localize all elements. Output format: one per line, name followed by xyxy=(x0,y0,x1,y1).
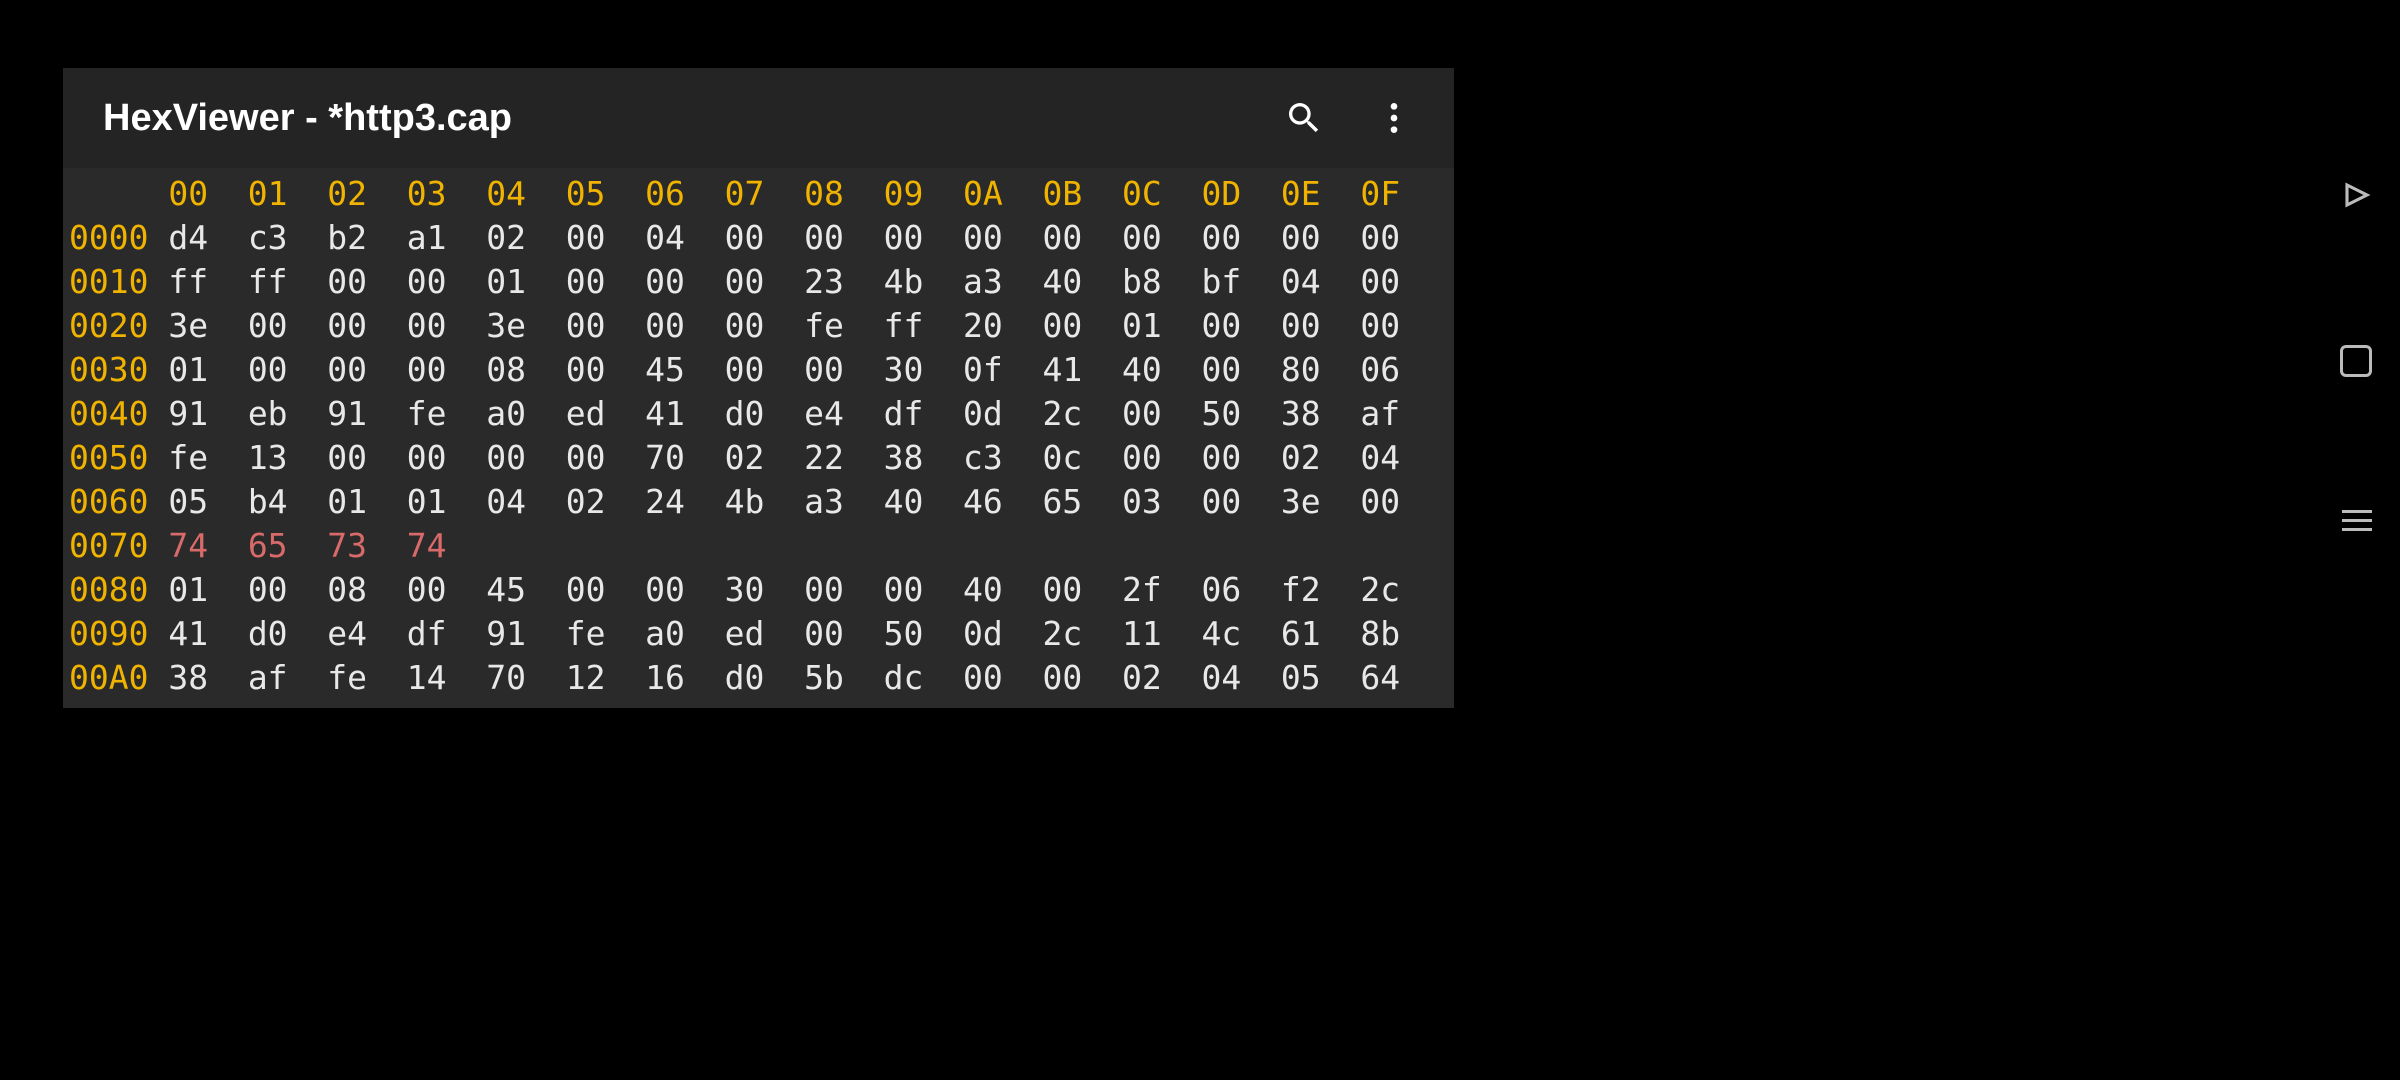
hex-bytes: ff ff 00 00 01 00 00 00 23 4b a3 40 b8 b… xyxy=(168,262,1400,301)
hex-row[interactable]: 0030 01 00 00 00 08 00 45 00 00 30 0f 41… xyxy=(69,348,1454,392)
offset: 0010 xyxy=(69,262,168,301)
hex-bytes: fe 13 00 00 00 00 70 02 22 38 c3 0c 00 0… xyxy=(168,438,1400,477)
search-icon[interactable] xyxy=(1274,88,1334,148)
hex-bytes: 05 b4 01 01 04 02 24 4b a3 40 46 65 03 0… xyxy=(168,482,1400,521)
offset: 0080 xyxy=(69,570,168,609)
hex-row[interactable]: 00A0 38 af fe 14 70 12 16 d0 5b dc 00 00… xyxy=(69,656,1454,700)
titlebar: HexViewer - *http3.cap xyxy=(63,68,1454,168)
hex-bytes: 3e 00 00 00 3e 00 00 00 fe ff 20 00 01 0… xyxy=(168,306,1400,345)
hex-bytes: 01 00 00 00 08 00 45 00 00 30 0f 41 40 0… xyxy=(168,350,1400,389)
hex-bytes: 01 00 08 00 45 00 00 30 00 00 40 00 2f 0… xyxy=(168,570,1400,609)
app-title: HexViewer - *http3.cap xyxy=(103,97,1244,140)
offset: 0030 xyxy=(69,350,168,389)
offset: 0020 xyxy=(69,306,168,345)
offset: 0050 xyxy=(69,438,168,477)
offset: 0000 xyxy=(69,218,168,257)
nav-menu-icon[interactable] xyxy=(2342,510,2372,531)
hex-row[interactable]: 0070 74 65 73 74 test xyxy=(69,524,1454,568)
nav-recent-icon[interactable] xyxy=(2340,345,2372,377)
hex-bytes: 41 d0 e4 df 91 fe a0 ed 00 50 0d 2c 11 4… xyxy=(168,614,1400,653)
hex-column-header: 00 01 02 03 04 05 06 07 08 09 0A 0B 0C 0… xyxy=(69,172,1454,216)
hex-bytes: 74 65 73 74 xyxy=(168,526,1400,565)
hex-row[interactable]: 0020 3e 00 00 00 3e 00 00 00 fe ff 20 00… xyxy=(69,304,1454,348)
hex-row[interactable]: 0080 01 00 08 00 45 00 00 30 00 00 40 00… xyxy=(69,568,1454,612)
hexviewer-window: HexViewer - *http3.cap 00 01 02 03 04 05… xyxy=(63,68,1454,708)
offset: 0060 xyxy=(69,482,168,521)
hex-dump[interactable]: 00 01 02 03 04 05 06 07 08 09 0A 0B 0C 0… xyxy=(63,168,1454,700)
hex-row[interactable]: 0090 41 d0 e4 df 91 fe a0 ed 00 50 0d 2c… xyxy=(69,612,1454,656)
nav-back-icon[interactable] xyxy=(2342,180,2372,215)
hex-row[interactable]: 0050 fe 13 00 00 00 00 70 02 22 38 c3 0c… xyxy=(69,436,1454,480)
offset: 00A0 xyxy=(69,658,168,697)
hex-row[interactable]: 0060 05 b4 01 01 04 02 24 4b a3 40 46 65… xyxy=(69,480,1454,524)
hex-row[interactable]: 0040 91 eb 91 fe a0 ed 41 d0 e4 df 0d 2c… xyxy=(69,392,1454,436)
hex-bytes: 38 af fe 14 70 12 16 d0 5b dc 00 00 02 0… xyxy=(168,658,1400,697)
hex-row[interactable]: 0000 d4 c3 b2 a1 02 00 04 00 00 00 00 00… xyxy=(69,216,1454,260)
offset: 0070 xyxy=(69,526,168,565)
hex-bytes: d4 c3 b2 a1 02 00 04 00 00 00 00 00 00 0… xyxy=(168,218,1400,257)
hex-bytes: 91 eb 91 fe a0 ed 41 d0 e4 df 0d 2c 00 5… xyxy=(168,394,1400,433)
offset: 0090 xyxy=(69,614,168,653)
overflow-menu-icon[interactable] xyxy=(1364,88,1424,148)
offset: 0040 xyxy=(69,394,168,433)
hex-row[interactable]: 0010 ff ff 00 00 01 00 00 00 23 4b a3 40… xyxy=(69,260,1454,304)
